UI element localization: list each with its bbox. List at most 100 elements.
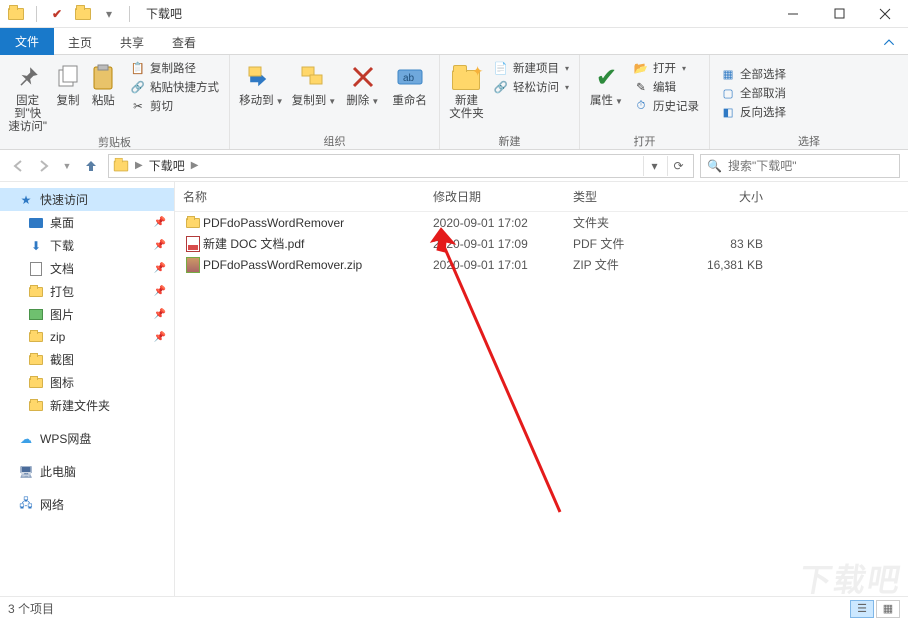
- sidebar-item-pack[interactable]: 打包📌: [0, 280, 174, 303]
- folder-icon: [6, 4, 26, 24]
- rename-button[interactable]: ab 重命名: [386, 59, 433, 108]
- new-folder-button[interactable]: ✦ 新建 文件夹: [446, 59, 487, 121]
- qat-dropdown-icon[interactable]: ▾: [99, 4, 119, 24]
- file-type: ZIP 文件: [573, 256, 683, 273]
- refresh-button[interactable]: ⟳: [667, 156, 689, 176]
- sidebar-item-thispc[interactable]: 🖥此电脑: [0, 460, 174, 483]
- table-row[interactable]: PDFdoPassWordRemover.zip 2020-09-01 17:0…: [175, 254, 908, 275]
- file-date: 2020-09-01 17:09: [433, 237, 573, 251]
- pin-icon: 📌: [154, 263, 166, 274]
- view-toggle: ☰ ▦: [850, 600, 900, 618]
- properties-button[interactable]: ✔ 属性▼: [586, 59, 627, 108]
- separator: [36, 6, 37, 22]
- search-input[interactable]: [726, 158, 893, 174]
- invert-selection-button[interactable]: ◧反向选择: [716, 103, 790, 121]
- group-label-select: 选择: [710, 133, 908, 149]
- nav-back-button[interactable]: [8, 155, 30, 177]
- new-item-button[interactable]: 📄新建项目▾: [489, 59, 573, 77]
- group-label-organize: 组织: [230, 133, 439, 149]
- sidebar-item-newfolder[interactable]: 新建文件夹: [0, 394, 174, 417]
- copy-path-button[interactable]: 📋复制路径: [126, 59, 223, 77]
- picture-icon: [29, 309, 43, 320]
- sidebar-item-zip[interactable]: zip📌: [0, 326, 174, 348]
- col-size[interactable]: 大小: [683, 188, 783, 205]
- pin-icon: 📌: [154, 332, 166, 343]
- ribbon-tabs: 文件 主页 共享 查看: [0, 28, 908, 54]
- tab-home[interactable]: 主页: [54, 30, 106, 55]
- table-row[interactable]: 新建 DOC 文档.pdf 2020-09-01 17:09 PDF 文件 83…: [175, 233, 908, 254]
- sidebar-item-pictures[interactable]: 图片📌: [0, 303, 174, 326]
- title-bar: ✔ ▾ 下载吧: [0, 0, 908, 28]
- watermark: 下载吧: [796, 555, 906, 601]
- file-size: 83 KB: [683, 237, 783, 251]
- open-button[interactable]: 📂打开▾: [629, 59, 703, 77]
- paste-button[interactable]: 粘贴: [87, 59, 120, 108]
- tab-file[interactable]: 文件: [0, 28, 54, 55]
- tab-view[interactable]: 查看: [158, 30, 210, 55]
- select-all-button[interactable]: ▦全部选择: [716, 65, 790, 83]
- group-label-clipboard: 剪贴板: [0, 134, 229, 150]
- cut-button[interactable]: ✂剪切: [126, 97, 223, 115]
- edit-button[interactable]: ✎编辑: [629, 78, 703, 96]
- copy-to-button[interactable]: 复制到▼: [289, 59, 340, 108]
- sidebar-item-icons[interactable]: 图标: [0, 371, 174, 394]
- tab-share[interactable]: 共享: [106, 30, 158, 55]
- copy-button[interactable]: 复制: [51, 59, 84, 108]
- folder-icon: [29, 401, 43, 411]
- pin-quick-access-button[interactable]: 固定到"快 速访问": [6, 59, 49, 134]
- sidebar-item-documents[interactable]: 文档📌: [0, 257, 174, 280]
- easy-access-button[interactable]: 🔗轻松访问▾: [489, 78, 573, 96]
- group-label-open: 打开: [580, 133, 709, 149]
- search-box[interactable]: 🔍: [700, 154, 900, 178]
- pdf-icon: [183, 236, 203, 252]
- maximize-button[interactable]: [816, 0, 862, 28]
- minimize-button[interactable]: [770, 0, 816, 28]
- monitor-icon: 🖥: [18, 464, 34, 480]
- file-name: PDFdoPassWordRemover.zip: [203, 258, 433, 272]
- address-dropdown-button[interactable]: ▾: [643, 156, 665, 176]
- col-name[interactable]: 名称: [183, 188, 433, 205]
- col-type[interactable]: 类型: [573, 188, 683, 205]
- folder-icon: [29, 332, 43, 342]
- delete-button[interactable]: 删除▼: [341, 59, 384, 108]
- nav-forward-button[interactable]: [32, 155, 54, 177]
- table-row[interactable]: PDFdoPassWordRemover 2020-09-01 17:02 文件…: [175, 212, 908, 233]
- view-details-button[interactable]: ☰: [850, 600, 874, 618]
- pin-icon: 📌: [154, 217, 166, 228]
- sidebar-item-label: 截图: [50, 351, 74, 368]
- status-bar: 3 个项目 ☰ ▦: [0, 596, 908, 620]
- close-button[interactable]: [862, 0, 908, 28]
- status-count: 3 个项目: [8, 600, 54, 617]
- sidebar-item-screenshot[interactable]: 截图: [0, 348, 174, 371]
- breadcrumb[interactable]: 下载吧: [149, 157, 185, 174]
- breadcrumb-sep-icon[interactable]: ▶: [191, 160, 199, 171]
- nav-history-dropdown[interactable]: ▼: [56, 155, 78, 177]
- body: ★ 快速访问 桌面📌 ⬇下载📌 文档📌 打包📌 图片📌 zip📌 截图 图标 新…: [0, 182, 908, 596]
- paste-shortcut-button[interactable]: 🔗粘贴快捷方式: [126, 78, 223, 96]
- cloud-icon: ☁: [18, 431, 34, 447]
- sidebar-item-downloads[interactable]: ⬇下载📌: [0, 234, 174, 257]
- select-none-button[interactable]: ▢全部取消: [716, 84, 790, 102]
- document-icon: [30, 262, 42, 276]
- qat-properties-icon[interactable]: ✔: [47, 4, 67, 24]
- sidebar-item-desktop[interactable]: 桌面📌: [0, 211, 174, 234]
- network-icon: 🖧: [18, 497, 34, 513]
- sidebar-item-network[interactable]: 🖧网络: [0, 493, 174, 516]
- breadcrumb-sep-icon[interactable]: ▶: [135, 160, 143, 171]
- sidebar-item-wps[interactable]: ☁WPS网盘: [0, 427, 174, 450]
- sidebar: ★ 快速访问 桌面📌 ⬇下载📌 文档📌 打包📌 图片📌 zip📌 截图 图标 新…: [0, 182, 175, 596]
- nav-up-button[interactable]: [80, 155, 102, 177]
- desktop-icon: [29, 218, 43, 228]
- address-bar[interactable]: ▶ 下载吧 ▶ ▾ ⟳: [108, 154, 694, 178]
- folder-icon: [183, 218, 203, 228]
- sidebar-item-quick-access[interactable]: ★ 快速访问: [0, 188, 174, 211]
- move-to-button[interactable]: 移动到▼: [236, 59, 287, 108]
- window-title: 下载吧: [146, 5, 182, 22]
- folder-icon: [114, 160, 128, 171]
- ribbon-help-icon[interactable]: [878, 32, 900, 54]
- history-button[interactable]: ⏱历史记录: [629, 97, 703, 115]
- nav-row: ▼ ▶ 下载吧 ▶ ▾ ⟳ 🔍: [0, 150, 908, 182]
- quick-access-toolbar: ✔ ▾: [0, 4, 140, 24]
- view-icons-button[interactable]: ▦: [876, 600, 900, 618]
- col-date[interactable]: 修改日期: [433, 188, 573, 205]
